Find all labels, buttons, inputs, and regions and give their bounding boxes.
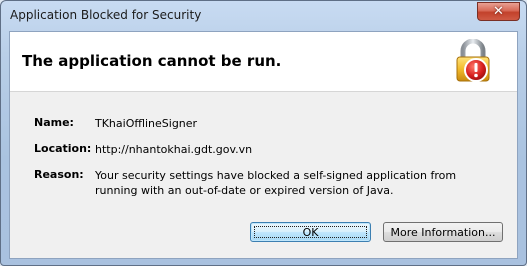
location-label: Location:: [34, 142, 92, 155]
ok-button[interactable]: OK: [250, 222, 371, 242]
location-value: http://nhantokhai.gdt.gov.vn: [95, 143, 253, 156]
name-value: TKhaiOfflineSigner: [95, 117, 198, 130]
reason-value: Your security settings have blocked a se…: [95, 169, 457, 197]
dialog-header: The application cannot be run.: [10, 32, 517, 92]
close-button[interactable]: ✕: [477, 2, 520, 21]
reason-label: Reason:: [34, 168, 84, 181]
title-bar[interactable]: Application Blocked for Security ✕: [1, 1, 526, 31]
more-information-button[interactable]: More Information...: [383, 222, 503, 242]
window-title: Application Blocked for Security: [10, 8, 202, 22]
more-information-button-label: More Information...: [390, 225, 496, 239]
dialog-body: The application cannot be run. Name: TKh…: [9, 31, 518, 259]
focus-ring: [254, 226, 367, 238]
name-label: Name:: [34, 116, 74, 129]
dialog-headline: The application cannot be run.: [22, 52, 282, 70]
close-icon: ✕: [493, 4, 504, 19]
security-dialog-window: Application Blocked for Security ✕ The a…: [0, 0, 527, 266]
padlock-warning-icon: [456, 39, 490, 82]
